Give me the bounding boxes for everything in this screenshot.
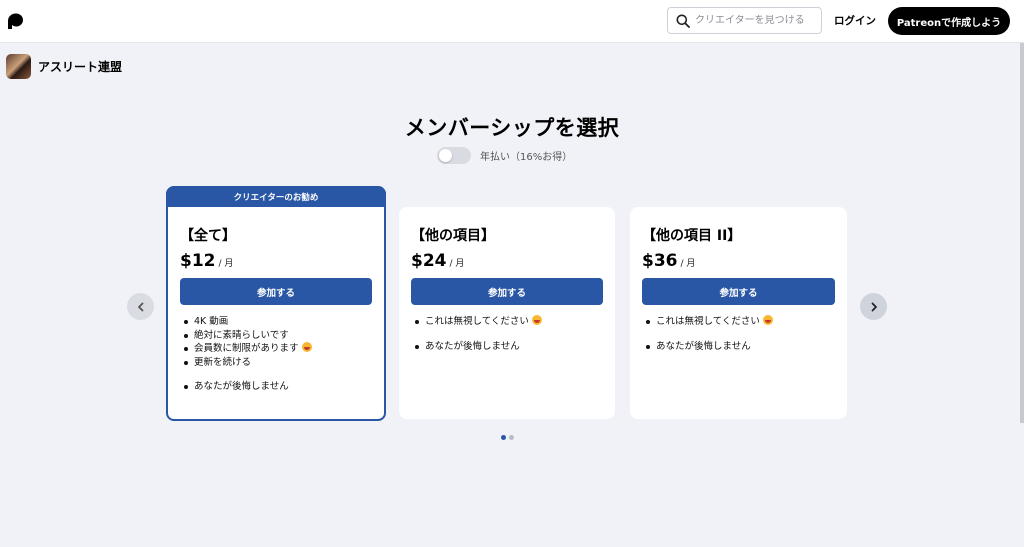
- toggle-knob: [439, 149, 452, 162]
- tier-title: 【全て】: [180, 228, 236, 244]
- benefit-item: これは無視してください: [642, 315, 835, 329]
- carousel-dot-active[interactable]: [501, 435, 506, 440]
- tier-title: 【他の項目 II】: [642, 228, 742, 244]
- annual-billing-label: 年払い（16%お得）: [480, 152, 573, 163]
- tier-card-other-ii: 【他の項目 II】 $36 / 月 参加する これは無視してください あなたが後…: [630, 207, 847, 419]
- benefit-item: 4K 動画: [180, 315, 372, 329]
- grinning-emoji-icon: [762, 315, 773, 325]
- benefit-list: これは無視してください あなたが後悔しません: [642, 315, 835, 353]
- benefit-item: 会員数に制限があります: [180, 342, 372, 356]
- search-box[interactable]: [667, 7, 822, 34]
- top-navigation-bar: ログイン Patreonで作成しよう: [0, 0, 1024, 43]
- join-button[interactable]: 参加する: [642, 278, 835, 305]
- patreon-logo-icon[interactable]: [6, 12, 24, 30]
- price-period: / 月: [218, 259, 234, 269]
- tier-price: $36 / 月: [642, 251, 835, 271]
- join-button[interactable]: 参加する: [411, 278, 603, 305]
- page-title: メンバーシップを選択: [404, 116, 620, 140]
- benefit-item: あなたが後悔しません: [180, 380, 372, 394]
- annual-billing-toggle-row[interactable]: 年払い（16%お得）: [437, 147, 572, 164]
- create-on-patreon-button[interactable]: Patreonで作成しよう: [888, 7, 1010, 35]
- carousel-dot[interactable]: [509, 435, 514, 440]
- price-amount: $36: [642, 251, 678, 271]
- price-amount: $12: [180, 251, 216, 271]
- creator-recommended-ribbon: クリエイターのお勧め: [166, 186, 386, 207]
- tier-card-all: クリエイターのお勧め 【全て】 $12 / 月 参加する 4K 動画 絶対に素晴…: [166, 186, 386, 421]
- tier-title: 【他の項目】: [411, 228, 495, 244]
- tier-price: $24 / 月: [411, 251, 603, 271]
- tier-price: $12 / 月: [180, 251, 372, 271]
- benefit-item: あなたが後悔しません: [411, 340, 603, 354]
- carousel-pagination: [501, 435, 517, 440]
- price-period: / 月: [680, 259, 696, 269]
- benefit-item: これは無視してください: [411, 315, 603, 329]
- search-input[interactable]: [695, 15, 815, 26]
- benefit-item: 更新を続ける: [180, 356, 372, 370]
- chevron-right-icon: [871, 302, 877, 311]
- avatar[interactable]: [6, 54, 31, 79]
- benefit-list: これは無視してください あなたが後悔しません: [411, 315, 603, 353]
- tier-card-other: 【他の項目】 $24 / 月 参加する これは無視してください あなたが後悔しま…: [399, 207, 615, 419]
- benefit-item: 絶対に素晴らしいです: [180, 329, 372, 343]
- creator-header[interactable]: アスリート連盟: [6, 54, 122, 79]
- grinning-emoji-icon: [531, 315, 542, 325]
- join-button[interactable]: 参加する: [180, 278, 372, 305]
- scrollbar[interactable]: [1020, 43, 1024, 423]
- price-period: / 月: [449, 259, 465, 269]
- creator-name[interactable]: アスリート連盟: [38, 58, 122, 75]
- grinning-emoji-icon: [301, 342, 312, 352]
- benefit-list: 4K 動画 絶対に素晴らしいです 会員数に制限があります 更新を続ける あなたが…: [180, 315, 372, 394]
- search-icon: [676, 14, 690, 28]
- annual-billing-toggle[interactable]: [437, 147, 471, 164]
- chevron-left-icon: [137, 302, 143, 311]
- carousel-next-button[interactable]: [860, 293, 887, 320]
- login-link[interactable]: ログイン: [834, 13, 876, 28]
- carousel-prev-button[interactable]: [127, 293, 154, 320]
- benefit-item: あなたが後悔しません: [642, 340, 835, 354]
- price-amount: $24: [411, 251, 447, 271]
